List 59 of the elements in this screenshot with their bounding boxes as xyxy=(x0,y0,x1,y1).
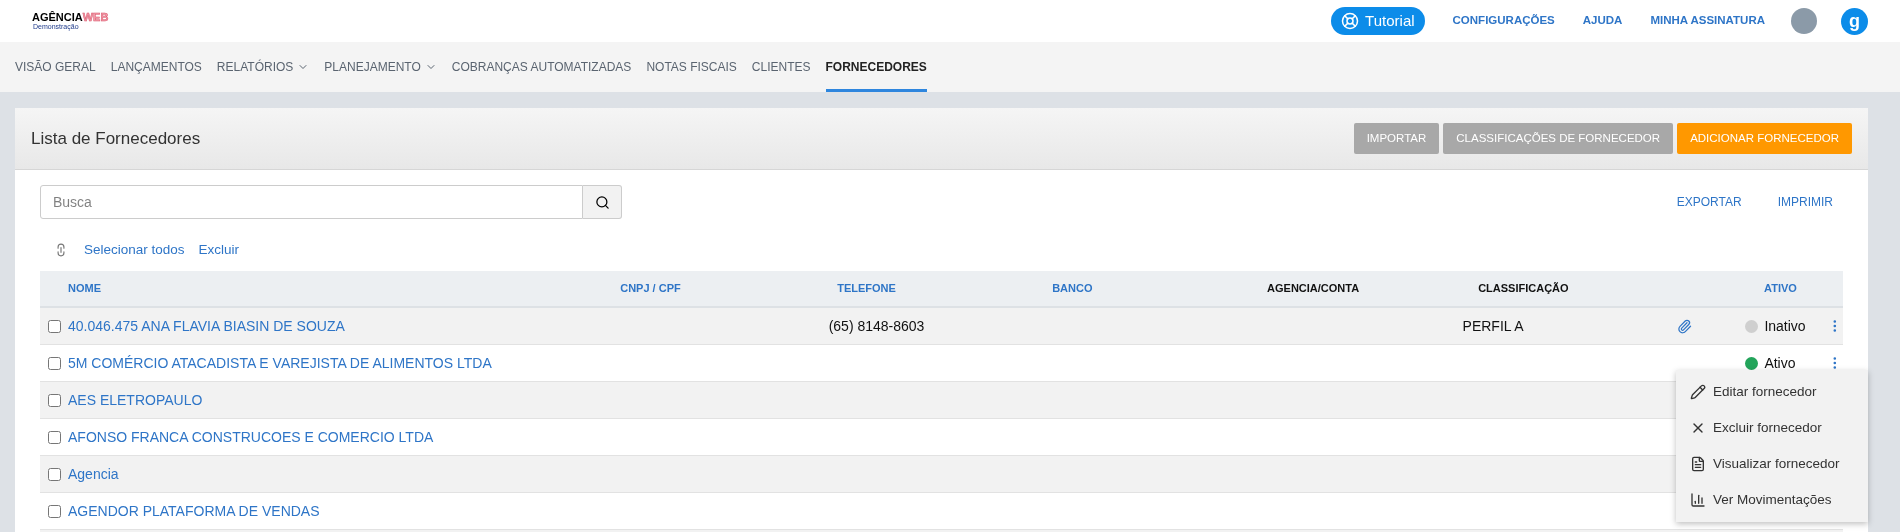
supplier-link[interactable]: AGENDOR PLATAFORMA DE VENDAS xyxy=(68,502,320,519)
row-checkbox[interactable] xyxy=(48,356,61,370)
table-cell: (65) 8148-8603 xyxy=(828,317,925,334)
nav-tab[interactable]: VISÃO GERAL xyxy=(15,42,96,92)
pencil-icon xyxy=(1690,384,1706,400)
link-icon xyxy=(54,243,68,257)
row-checkbox[interactable] xyxy=(48,430,61,444)
header-link[interactable]: CONFIGURAÇÕES xyxy=(1452,12,1555,30)
menu-item[interactable]: Excluir fornecedor xyxy=(1676,410,1868,446)
column-header: AGENCIA/CONTA xyxy=(1267,282,1360,295)
menu-item[interactable]: Visualizar fornecedor xyxy=(1676,446,1868,482)
header-link[interactable]: AJUDA xyxy=(1582,12,1623,30)
row-checkbox[interactable] xyxy=(48,319,61,333)
search-button[interactable] xyxy=(583,185,622,219)
bar-chart-icon xyxy=(1690,492,1706,508)
nav-tab[interactable]: COBRANÇAS AUTOMATIZADAS xyxy=(451,42,632,92)
logo-accent: WEB xyxy=(82,12,109,23)
tutorial-button[interactable]: Tutorial xyxy=(1331,7,1425,35)
column-header[interactable]: CNPJ / CPF xyxy=(620,282,681,295)
search-icon xyxy=(594,194,610,210)
brand-mark[interactable]: g xyxy=(1841,7,1868,35)
status-text: Inativo xyxy=(1764,316,1806,336)
menu-item[interactable]: Editar fornecedor xyxy=(1676,374,1868,410)
column-header[interactable]: NOME xyxy=(68,282,101,295)
bulk-action-link[interactable]: Selecionar todos xyxy=(84,239,185,261)
supplier-link[interactable]: Agencia xyxy=(68,465,119,482)
status-text: Ativo xyxy=(1764,353,1796,373)
panel-title: Lista de Fornecedores xyxy=(31,127,201,150)
supplier-link[interactable]: AES ELETROPAULO xyxy=(68,391,203,408)
nav-tab[interactable]: FORNECEDORES xyxy=(825,42,927,92)
supplier-link[interactable]: AFONSO FRANCA CONSTRUCOES E COMERCIO LTDA xyxy=(68,428,434,445)
row-checkbox[interactable] xyxy=(48,467,61,481)
export-link[interactable]: EXPORTAR xyxy=(1676,193,1742,211)
column-header[interactable]: BANCO xyxy=(1052,282,1093,295)
toolbar-button[interactable]: IMPORTAR xyxy=(1353,123,1440,154)
paperclip-icon[interactable] xyxy=(1677,318,1693,334)
lifebuoy-icon xyxy=(1341,12,1360,30)
supplier-link[interactable]: 40.046.475 ANA FLAVIA BIASIN DE SOUZA xyxy=(68,317,345,334)
document-icon xyxy=(1690,456,1706,472)
table-cell: PERFIL A xyxy=(1462,317,1524,334)
toolbar-button[interactable]: CLASSIFICAÇÕES DE FORNECEDOR xyxy=(1443,123,1674,154)
nav-tab[interactable]: LANÇAMENTOS xyxy=(110,42,202,92)
nav-tab[interactable]: PLANEJAMENTO xyxy=(324,42,437,92)
nav-tab[interactable]: RELATÓRIOS xyxy=(216,42,310,92)
column-header[interactable]: ATIVO xyxy=(1764,282,1797,295)
row-checkbox[interactable] xyxy=(48,393,61,407)
column-header[interactable]: TELEFONE xyxy=(837,282,896,295)
menu-item[interactable]: Ver Movimentações xyxy=(1676,482,1868,518)
column-header: CLASSIFICAÇÃO xyxy=(1478,282,1569,295)
supplier-link[interactable]: 5M COMÉRCIO ATACADISTA E VAREJISTA DE ALIMENTOS LTDA xyxy=(68,354,492,371)
row-checkbox[interactable] xyxy=(48,504,61,518)
logo-text: AGÊNCIA xyxy=(32,12,83,23)
avatar[interactable] xyxy=(1791,8,1817,34)
nav-tab[interactable]: CLIENTES xyxy=(751,42,811,92)
nav-tab[interactable]: NOTAS FISCAIS xyxy=(646,42,737,92)
search-field[interactable]: Busca xyxy=(40,185,583,219)
export-link[interactable]: IMPRIMIR xyxy=(1777,193,1833,211)
header-link[interactable]: MINHA ASSINATURA xyxy=(1650,12,1765,30)
bulk-action-link[interactable]: Excluir xyxy=(198,239,240,261)
